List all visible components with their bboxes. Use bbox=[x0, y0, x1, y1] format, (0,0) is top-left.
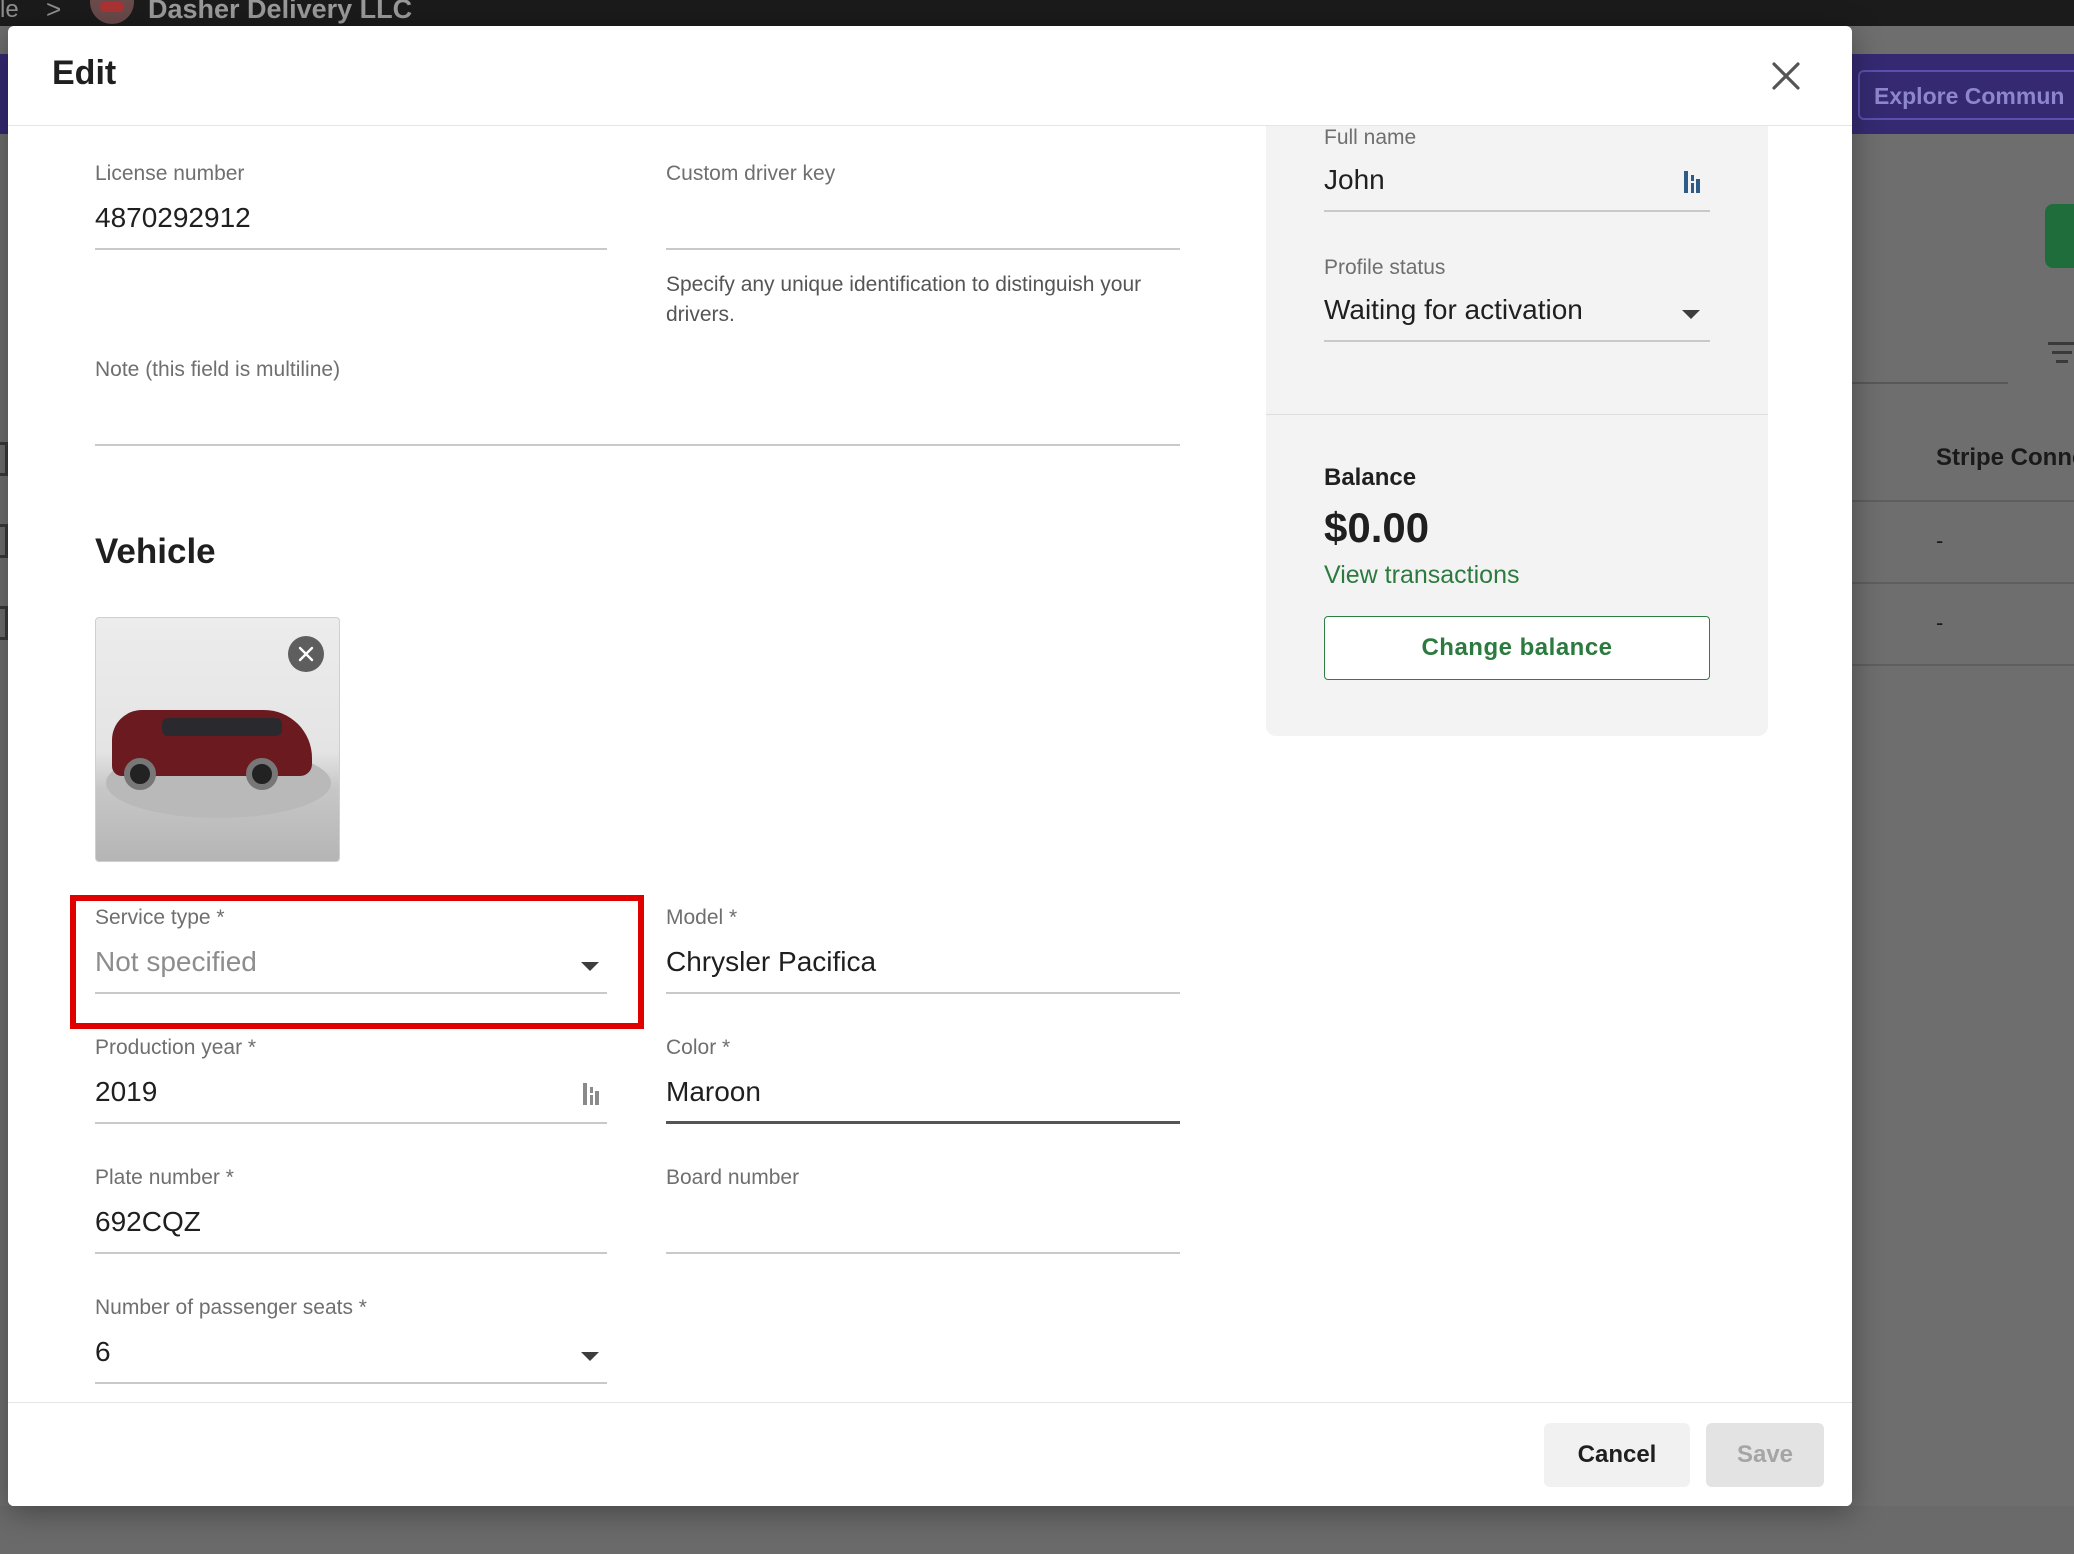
modal-header: Edit bbox=[8, 26, 1852, 126]
vehicle-section-title: Vehicle bbox=[95, 532, 216, 571]
autofill-key-icon[interactable] bbox=[1682, 168, 1704, 196]
custom-driver-key-label: Custom driver key bbox=[666, 162, 836, 185]
passenger-seats-select[interactable]: Number of passenger seats * 6 bbox=[95, 1296, 607, 1408]
production-year-input[interactable]: 2019 bbox=[95, 1076, 157, 1108]
filter-icon[interactable] bbox=[2048, 342, 2074, 366]
license-number-input[interactable]: 4870292912 bbox=[95, 202, 251, 234]
plate-number-input[interactable]: 692CQZ bbox=[95, 1206, 201, 1238]
field-underline bbox=[666, 248, 1180, 250]
license-number-label: License number bbox=[95, 162, 245, 185]
chevron-right-icon: > bbox=[46, 0, 62, 24]
chevron-down-icon[interactable] bbox=[581, 1352, 599, 1361]
balance-label: Balance bbox=[1324, 464, 1417, 491]
model-input[interactable]: Chrysler Pacifica bbox=[666, 946, 876, 978]
passenger-seats-value[interactable]: 6 bbox=[95, 1336, 111, 1368]
full-name-input[interactable]: John bbox=[1324, 164, 1385, 196]
remove-photo-icon[interactable] bbox=[288, 636, 324, 672]
profile-status-select[interactable]: Profile status Waiting for activation bbox=[1324, 256, 1710, 368]
field-underline bbox=[95, 248, 607, 250]
field-underline bbox=[95, 1382, 607, 1384]
search-underline bbox=[1850, 382, 2008, 384]
close-icon[interactable] bbox=[1766, 56, 1806, 96]
service-type-highlight bbox=[70, 895, 644, 1029]
modal-title: Edit bbox=[52, 54, 117, 92]
field-underline bbox=[95, 1252, 607, 1254]
note-field[interactable]: Note (this field is multiline) bbox=[95, 358, 1180, 470]
chevron-down-icon[interactable] bbox=[1682, 310, 1700, 319]
plate-number-field[interactable]: Plate number * 692CQZ bbox=[95, 1166, 607, 1278]
field-underline bbox=[666, 992, 1180, 994]
field-underline bbox=[95, 1122, 607, 1124]
note-label: Note (this field is multiline) bbox=[95, 358, 341, 381]
autofill-key-icon[interactable] bbox=[581, 1080, 603, 1108]
profile-status-value[interactable]: Waiting for activation bbox=[1324, 294, 1583, 326]
field-underline bbox=[666, 1252, 1180, 1254]
board-number-label: Board number bbox=[666, 1166, 800, 1189]
passenger-seats-label: Number of passenger seats * bbox=[95, 1296, 367, 1319]
license-number-field[interactable]: License number 4870292912 bbox=[95, 162, 607, 274]
driver-profile-card: Full name John Profile status Waiting fo… bbox=[1266, 126, 1768, 736]
full-name-label: Full name bbox=[1324, 126, 1417, 149]
page-bottom-area bbox=[0, 1506, 2074, 1554]
table-row-divider bbox=[1850, 664, 2074, 666]
custom-driver-key-hint: Specify any unique identification to dis… bbox=[666, 273, 1142, 326]
card-divider bbox=[1266, 414, 1768, 415]
table-cell: - bbox=[1936, 528, 1944, 553]
row-checkbox[interactable] bbox=[0, 524, 8, 558]
table-row-divider bbox=[1850, 500, 2074, 502]
production-year-label: Production year * bbox=[95, 1036, 257, 1059]
vehicle-photo[interactable] bbox=[95, 617, 340, 862]
custom-driver-key-field[interactable]: Custom driver key bbox=[666, 162, 1180, 274]
field-underline bbox=[1324, 210, 1710, 212]
row-checkbox[interactable] bbox=[0, 442, 8, 476]
production-year-field[interactable]: Production year * 2019 bbox=[95, 1036, 607, 1148]
primary-action-button[interactable] bbox=[2045, 204, 2074, 268]
model-label: Model * bbox=[666, 906, 738, 929]
company-logo bbox=[90, 0, 134, 24]
model-field[interactable]: Model * Chrysler Pacifica bbox=[666, 906, 1180, 1018]
color-label: Color * bbox=[666, 1036, 731, 1059]
plate-number-label: Plate number * bbox=[95, 1166, 234, 1189]
field-underline bbox=[1324, 340, 1710, 342]
color-field[interactable]: Color * Maroon bbox=[666, 1036, 1180, 1148]
view-transactions-link[interactable]: View transactions bbox=[1324, 561, 1519, 590]
breadcrumb-prefix[interactable]: le bbox=[0, 0, 19, 24]
board-number-field[interactable]: Board number bbox=[666, 1166, 1180, 1278]
modal-footer: Cancel Save bbox=[8, 1402, 1852, 1506]
table-cell: - bbox=[1936, 610, 1944, 635]
save-button[interactable]: Save bbox=[1706, 1423, 1824, 1487]
top-breadcrumb-bar: le > Dasher Delivery LLC bbox=[0, 0, 2074, 26]
profile-status-label: Profile status bbox=[1324, 256, 1446, 279]
balance-value: $0.00 bbox=[1324, 504, 1430, 551]
field-underline-focused bbox=[666, 1121, 1180, 1124]
explore-community-button[interactable]: Explore Commun bbox=[1858, 70, 2074, 120]
cancel-button[interactable]: Cancel bbox=[1544, 1423, 1690, 1487]
full-name-field[interactable]: Full name John bbox=[1324, 126, 1710, 238]
edit-driver-modal: Edit License number 4870292912 Custom dr… bbox=[8, 26, 1852, 1506]
breadcrumb-company[interactable]: Dasher Delivery LLC bbox=[148, 0, 412, 25]
row-checkbox[interactable] bbox=[0, 606, 8, 640]
change-balance-button[interactable]: Change balance bbox=[1324, 616, 1710, 680]
table-row-divider bbox=[1850, 582, 2074, 584]
color-input[interactable]: Maroon bbox=[666, 1076, 761, 1108]
table-header-stripe: Stripe Conne bbox=[1936, 444, 2074, 471]
field-underline bbox=[95, 444, 1180, 446]
